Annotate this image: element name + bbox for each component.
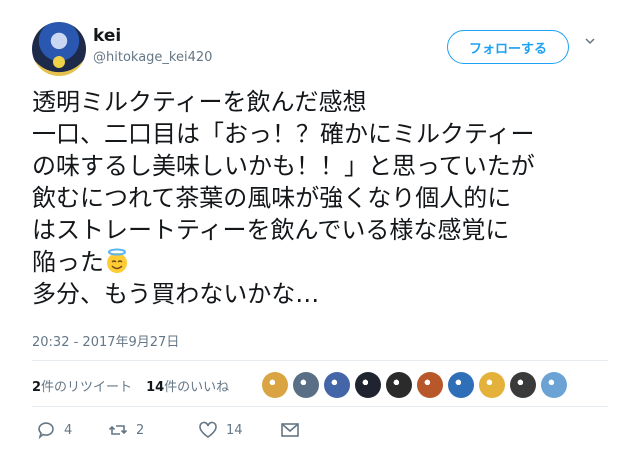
divider [32, 406, 608, 407]
tweet-line: 多分、もう買わないかな… [32, 280, 320, 308]
retweet-stat-label: 件のリツイート [41, 380, 133, 395]
retweet-count: 2 [136, 422, 145, 438]
liker-avatar[interactable] [448, 372, 474, 398]
divider [32, 360, 608, 361]
retweet-button[interactable]: 2 [108, 420, 178, 440]
user-avatar[interactable] [32, 22, 86, 76]
retweet-stat-count: 2 [32, 380, 42, 395]
reply-count: 4 [64, 422, 73, 438]
liker-avatar[interactable] [541, 372, 567, 398]
reply-icon [38, 422, 54, 440]
liker-avatar[interactable] [262, 372, 288, 398]
chevron-down-icon[interactable] [585, 36, 595, 46]
like-stat-count: 14 [146, 380, 165, 395]
like-stat-label: 件のいいね [164, 380, 230, 395]
tweet-line-with-emoji: 陥った [32, 246, 535, 278]
halo-smile-emoji-icon [107, 248, 127, 273]
like-count: 14 [226, 422, 243, 438]
liker-avatar[interactable] [324, 372, 350, 398]
like-button[interactable]: 14 [198, 420, 278, 440]
liker-avatar[interactable] [479, 372, 505, 398]
avatar-badge [53, 56, 65, 68]
liker-avatar[interactable] [510, 372, 536, 398]
like-stat[interactable]: 14件のいいね [146, 376, 229, 395]
liker-avatars [262, 372, 567, 398]
liker-avatar[interactable] [355, 372, 381, 398]
liker-avatar[interactable] [417, 372, 443, 398]
reply-button[interactable]: 4 [36, 420, 96, 440]
retweet-icon [108, 425, 128, 435]
liker-avatar[interactable] [293, 372, 319, 398]
tweet-timestamp[interactable]: 20:32 - 2017年9月27日 [32, 331, 179, 350]
follow-button[interactable]: フォローする [447, 30, 569, 64]
tweet-line: 飲むにつれて茶葉の風味が強くなり個人的に [32, 184, 512, 212]
user-handle[interactable]: @hitokage_kei420 [93, 50, 212, 65]
tweet-line: はストレートティーを飲んでいる様な感覚に [32, 216, 510, 244]
mail-icon [281, 423, 299, 437]
tweet-actions: 4 2 14 [36, 420, 308, 440]
liker-avatar[interactable] [386, 372, 412, 398]
tweet-line: 透明ミルクティーを飲んだ感想 [32, 88, 367, 116]
tweet-text: 透明ミルクティーを飲んだ感想 一口、二口目は「おっ！？確かにミルクティー の味す… [32, 86, 535, 310]
engagement-stats: 2件のリツイート 14件のいいね [32, 376, 229, 395]
tweet-line: 一口、二口目は「おっ！？確かにミルクティー [32, 120, 535, 148]
heart-icon [199, 421, 217, 438]
retweet-stat[interactable]: 2件のリツイート [32, 376, 132, 395]
direct-message-button[interactable] [280, 420, 308, 440]
tweet-line: の味するし美味しいかも！！」と思っていたが [32, 152, 535, 180]
display-name[interactable]: kei [93, 26, 121, 46]
tweet-line-text: 陥った [32, 248, 104, 276]
